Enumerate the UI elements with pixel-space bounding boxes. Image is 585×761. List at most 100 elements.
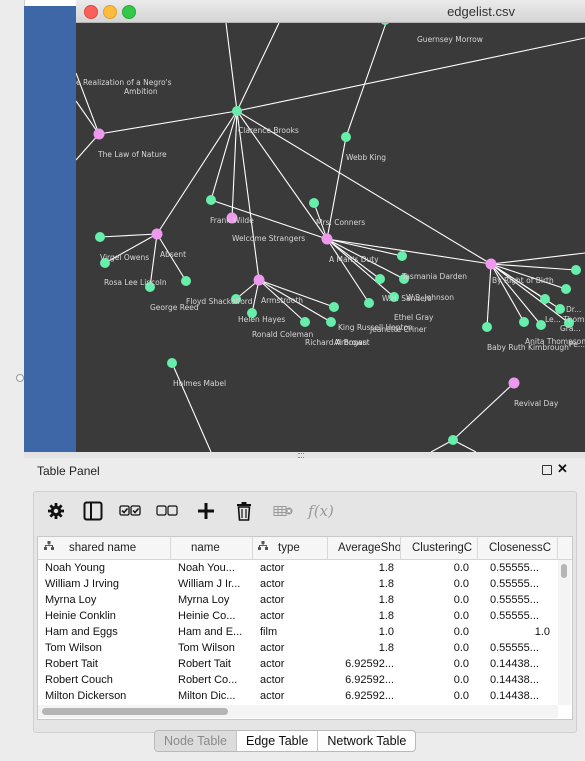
table-row[interactable]: Tom Wilson Tom Wilson actor 1.8 0.0 0.55… (38, 640, 558, 656)
delete-icon[interactable] (232, 499, 256, 523)
node-label: Absent (160, 250, 186, 259)
table-tabs: Node Table Edge Table Network Table (154, 730, 417, 752)
actor-node (364, 298, 374, 308)
vertical-scroll-thumb[interactable] (561, 564, 567, 578)
cell-average-shortest: 1.8 (378, 562, 394, 574)
actor-node (309, 198, 319, 208)
select-all-icon[interactable] (118, 499, 142, 523)
cell-name: Robert Co... (178, 674, 238, 686)
film-node (93, 128, 105, 140)
close-window-button[interactable] (84, 5, 98, 19)
actor-node (519, 317, 529, 327)
cell-average-shortest: 6.92592... (345, 690, 394, 702)
minimize-window-button[interactable] (103, 5, 117, 19)
actor-node (561, 284, 571, 294)
column-header-type[interactable]: type (253, 537, 328, 559)
cell-closeness: 0.55555... (490, 578, 539, 590)
horizontal-scrollbar[interactable] (38, 705, 558, 718)
columns-icon[interactable] (81, 499, 105, 523)
column-header-label: ClusteringC (412, 542, 473, 554)
gear-icon[interactable] (44, 499, 68, 523)
column-header-closeness[interactable]: ClosenessC (478, 537, 558, 559)
table-row[interactable]: Robert Couch Robert Co... actor 6.92592.… (38, 672, 558, 688)
table-row[interactable]: Ham and Eggs Ham and E... film 1.0 0.0 1… (38, 624, 558, 640)
node-label: Virgel Owens (100, 253, 149, 262)
table-header: shared name name type AverageSho Cluster… (38, 537, 572, 560)
tab-node-table[interactable]: Node Table (155, 731, 238, 751)
actor-node (167, 358, 177, 368)
float-panel-icon[interactable] (542, 465, 552, 475)
node-label: Ethel Gray (394, 313, 434, 322)
table-row[interactable]: Myrna Loy Myrna Loy actor 1.8 0.0 0.5555… (38, 592, 558, 608)
node-label: Welcome Strangers (232, 234, 305, 243)
node-label: By Right of Birth (492, 276, 554, 285)
table-row[interactable]: Robert Tait Robert Tait actor 6.92592...… (38, 656, 558, 672)
node-label: Dr... (566, 305, 581, 314)
table-panel: Table Panel ✕ f(x) shared name name type… (24, 458, 585, 761)
actor-node (181, 276, 191, 286)
cell-type: actor (260, 578, 285, 590)
node-label: Guernsey Morrow (417, 35, 483, 44)
table-row[interactable]: Milton Dickerson Milton Dic... actor 6.9… (38, 688, 558, 704)
table-toolbar: f(x) (34, 492, 576, 532)
add-icon[interactable] (194, 499, 218, 523)
actor-node (571, 265, 581, 275)
window-titlebar[interactable]: edgelist.csv (76, 0, 585, 23)
column-header-label: shared name (69, 542, 137, 554)
deselect-all-icon[interactable] (155, 499, 179, 523)
resize-handle[interactable] (16, 374, 24, 382)
node-label: Armstrooth (261, 296, 303, 305)
cell-closeness: 0.14438... (490, 690, 539, 702)
cell-type: film (260, 626, 278, 638)
zoom-window-button[interactable] (122, 5, 136, 19)
node-label: Mrs. Conners (316, 218, 365, 227)
column-header-average-shortest[interactable]: AverageSho (328, 537, 401, 559)
network-graph[interactable]: Guernsey Morrow e Realization of a Negro'… (76, 23, 585, 452)
node-table: shared name name type AverageSho Cluster… (37, 536, 573, 720)
panel-title: Table Panel (37, 464, 100, 478)
actor-node (375, 274, 385, 284)
close-panel-icon[interactable]: ✕ (557, 461, 568, 477)
film-node (485, 258, 497, 270)
hierarchy-icon (258, 537, 268, 559)
actor-node (448, 435, 458, 445)
cell-average-shortest: 1.8 (378, 642, 394, 654)
cell-clustering: 0.0 (453, 562, 469, 574)
cell-shared-name: Robert Couch (45, 674, 113, 686)
node-label: Rosa Lee Lincoln (104, 278, 167, 287)
node-label: Helen Hayes (238, 315, 285, 324)
column-header-name[interactable]: name (171, 537, 253, 559)
hierarchy-icon (44, 537, 54, 559)
node-label: e Realization of a Negro's (76, 78, 172, 87)
actor-node (555, 304, 565, 314)
actor-node (326, 317, 336, 327)
cell-name: Robert Tait (178, 658, 231, 670)
node-label: Clarence Brooks (238, 126, 299, 135)
cell-name: Heinie Co... (178, 610, 236, 622)
table-delete-icon[interactable] (271, 499, 295, 523)
actor-node (341, 132, 351, 142)
node-label: Jeanette Criner (369, 325, 427, 334)
vertical-scrollbar[interactable] (558, 560, 571, 705)
table-row[interactable]: Heinie Conklin Heinie Co... actor 1.8 0.… (38, 608, 558, 624)
tab-network-table[interactable]: Network Table (318, 731, 415, 751)
column-header-clustering[interactable]: ClusteringC (401, 537, 478, 559)
table-container: f(x) shared name name type AverageSho Cl… (33, 491, 577, 733)
cell-closeness: 0.55555... (490, 610, 539, 622)
cell-type: actor (260, 690, 285, 702)
horizontal-scroll-thumb[interactable] (42, 708, 228, 715)
function-icon[interactable]: f(x) (306, 499, 336, 523)
table-row[interactable]: William J Irving William J Ir... actor 1… (38, 576, 558, 592)
cell-type: actor (260, 610, 285, 622)
column-header-label: type (278, 542, 300, 554)
tab-edge-table[interactable]: Edge Table (237, 731, 319, 751)
column-header-shared-name[interactable]: shared name (38, 537, 171, 559)
table-row[interactable]: Noah Young Noah You... actor 1.8 0.0 0.5… (38, 560, 558, 576)
cell-shared-name: Ham and Eggs (45, 626, 118, 638)
cell-clustering: 0.0 (453, 658, 469, 670)
film-node (253, 274, 265, 286)
cell-closeness: 0.55555... (490, 562, 539, 574)
cell-clustering: 0.0 (453, 626, 469, 638)
network-view[interactable]: Guernsey Morrow e Realization of a Negro'… (76, 23, 585, 452)
cell-shared-name: Heinie Conklin (45, 610, 116, 622)
